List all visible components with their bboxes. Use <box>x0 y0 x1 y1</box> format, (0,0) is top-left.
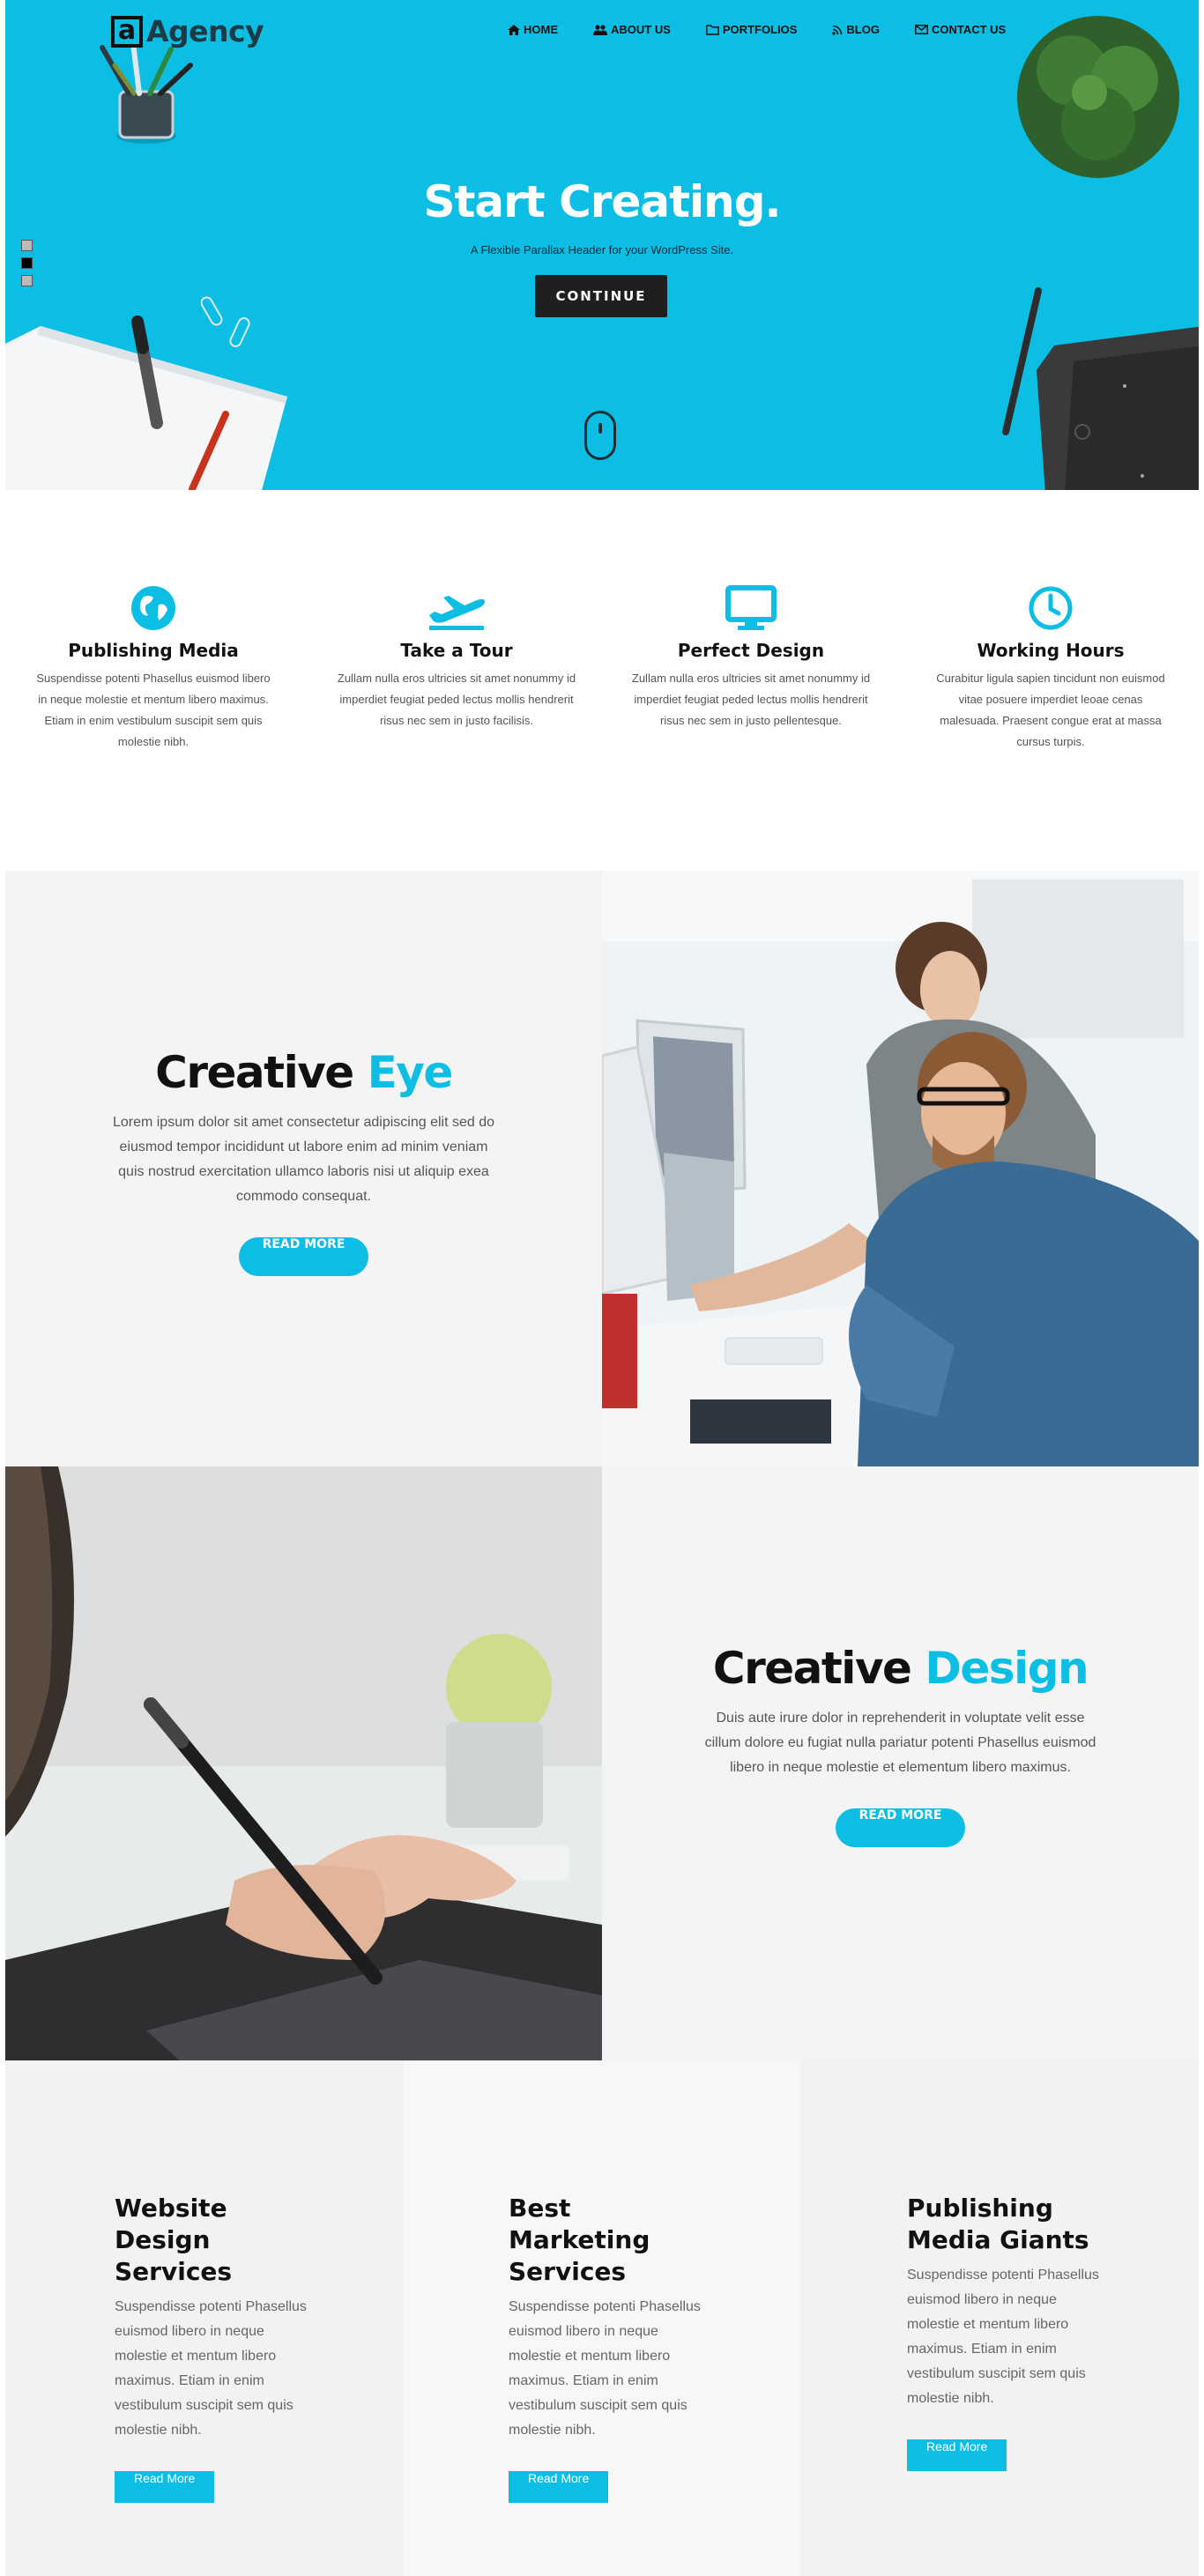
nav-item-blog[interactable]: BLOG <box>832 23 880 36</box>
creative-design-panel: Creative Design Duis aute irure dolor in… <box>602 1466 1199 2062</box>
creative-eye-title: Creative Eye <box>5 1047 602 1098</box>
feature-title: Working Hours <box>977 640 1125 661</box>
envelope-icon <box>915 25 928 34</box>
home-icon <box>508 24 520 35</box>
tablet-image <box>1002 287 1199 490</box>
read-more-button[interactable]: Read More <box>115 2471 215 2503</box>
paperclips-image <box>201 296 250 347</box>
pencil-cup-image <box>100 41 193 144</box>
service-website-design: Website Design Services Suspendisse pote… <box>5 2060 404 2576</box>
read-more-button[interactable]: READ MORE <box>238 1237 369 1276</box>
nav-label: CONTACT US <box>931 23 1007 36</box>
pen-tablet-image <box>5 1466 602 2062</box>
read-more-button[interactable]: Read More <box>509 2471 609 2503</box>
creative-design-title: Creative Design <box>602 1643 1199 1694</box>
feature-text: Suspendisse potenti Phasellus euismod li… <box>36 672 271 748</box>
creative-design-text: Duis aute irure dolor in reprehenderit i… <box>704 1711 1096 1775</box>
nav-label: ABOUT US <box>611 23 671 36</box>
nav-item-about[interactable]: ABOUT US <box>593 23 671 36</box>
feature-text: Zullam nulla eros ultricies sit amet non… <box>337 672 576 727</box>
rss-icon <box>832 25 843 35</box>
creative-design-content: Creative Design Duis aute irure dolor in… <box>602 1643 1199 1847</box>
creative-eye-content: Creative Eye Lorem ipsum dolor sit amet … <box>5 1047 602 1276</box>
title-main: Creative <box>712 1643 912 1694</box>
site-logo[interactable]: a Agency <box>111 16 264 48</box>
nav-item-contact[interactable]: CONTACT US <box>915 23 1006 36</box>
logo-text: Agency <box>146 14 264 48</box>
service-best-marketing: Best Marketing Services Suspendisse pote… <box>404 2060 800 2576</box>
service-title: Best Marketing Services <box>509 2194 650 2286</box>
folder-icon <box>705 24 719 35</box>
feature-text: Zullam nulla eros ultricies sit amet non… <box>631 672 871 727</box>
hero-section: a Agency HOME ABOUT US PORTFOLIOS BLOG C… <box>5 0 1199 490</box>
feature-take-a-tour: Take a Tour Zullam nulla eros ultricies … <box>329 582 584 731</box>
hero-subtitle: A Flexible Parallax Header for your Word… <box>470 243 734 256</box>
read-more-button[interactable]: READ MORE <box>835 1808 966 1847</box>
nav-item-home[interactable]: HOME <box>508 23 558 36</box>
creative-eye-text: Lorem ipsum dolor sit amet consectetur a… <box>112 1115 495 1204</box>
feature-text: Curabitur ligula sapien tincidunt non eu… <box>936 672 1165 748</box>
plane-icon <box>429 596 486 630</box>
feature-title: Publishing Media <box>68 640 239 661</box>
title-main: Creative <box>155 1047 354 1098</box>
users-icon <box>593 24 607 35</box>
service-text: Suspendisse potenti Phasellus euismod li… <box>509 2299 701 2438</box>
pen-tablet-photo <box>5 1466 602 2062</box>
office-team-photo <box>602 871 1199 1466</box>
features-section: Publishing Media Suspendisse potenti Pha… <box>5 490 1199 871</box>
feature-title: Take a Tour <box>400 640 513 661</box>
continue-button[interactable]: CONTINUE <box>535 275 667 317</box>
nav-label: PORTFOLIOS <box>722 23 798 36</box>
title-accent: Eye <box>367 1047 454 1098</box>
office-team-image <box>602 871 1199 1466</box>
logo-mark: a <box>111 16 143 48</box>
service-publishing-media: Publishing Media Giants Suspendisse pote… <box>800 2060 1199 2576</box>
service-title: Publishing Media Giants <box>907 2194 1089 2254</box>
slider-dot[interactable] <box>21 275 33 286</box>
feature-publishing-media: Publishing Media Suspendisse potenti Pha… <box>26 582 281 753</box>
service-text: Suspendisse potenti Phasellus euismod li… <box>115 2299 307 2438</box>
globe-icon <box>131 586 175 630</box>
feature-perfect-design: Perfect Design Zullam nulla eros ultrici… <box>623 582 879 731</box>
hero-title: Start Creating. <box>423 176 781 227</box>
title-accent: Design <box>925 1643 1089 1694</box>
nav-label: HOME <box>524 23 558 36</box>
clock-icon <box>1029 586 1073 630</box>
nav-label: BLOG <box>846 23 880 36</box>
slider-dot-active[interactable] <box>21 257 33 269</box>
main-nav: HOME ABOUT US PORTFOLIOS BLOG CONTACT US <box>508 23 1041 36</box>
service-text: Suspendisse potenti Phasellus euismod li… <box>907 2268 1099 2406</box>
nav-item-portfolios[interactable]: PORTFOLIOS <box>705 23 798 36</box>
creative-eye-panel: Creative Eye Lorem ipsum dolor sit amet … <box>5 871 602 1466</box>
service-title: Website Design Services <box>115 2194 233 2286</box>
feature-title: Perfect Design <box>677 640 825 661</box>
read-more-button[interactable]: Read More <box>907 2439 1007 2471</box>
scroll-mouse-icon[interactable] <box>584 411 616 460</box>
monitor-icon <box>725 585 777 630</box>
feature-working-hours: Working Hours Curabitur ligula sapien ti… <box>923 582 1178 753</box>
